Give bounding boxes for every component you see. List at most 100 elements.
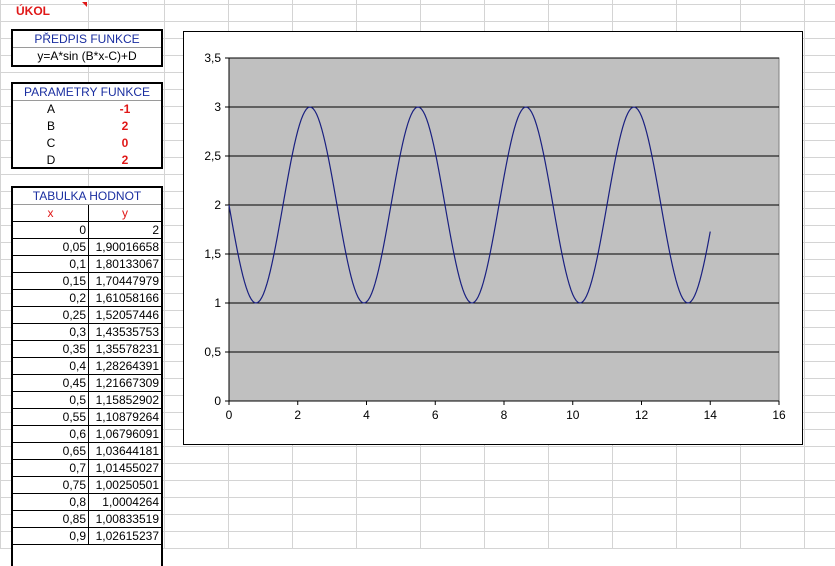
- cell-y[interactable]: 1,43535753: [89, 324, 161, 340]
- value-table-column-headers: x y: [13, 205, 161, 222]
- cell-x[interactable]: 0,6: [13, 426, 89, 442]
- table-row: 0,2 1,61058166: [13, 290, 161, 307]
- x-tick-label: 8: [501, 408, 508, 422]
- function-parameters-header: PARAMETRY FUNKCE: [13, 84, 161, 101]
- cell-x[interactable]: 0,75: [13, 477, 89, 493]
- column-header-x: x: [13, 205, 89, 221]
- table-row: 0,3 1,43535753: [13, 324, 161, 341]
- table-row: 0,6 1,06796091: [13, 426, 161, 443]
- parameter-name: C: [46, 136, 56, 150]
- cell-y[interactable]: 1,10879264: [89, 409, 161, 425]
- y-tick-label: 3,5: [204, 51, 221, 65]
- cell-y[interactable]: 1,61058166: [89, 290, 161, 306]
- comment-indicator-icon[interactable]: [82, 2, 87, 7]
- function-parameters-box: PARAMETRY FUNKCE A -1 B 2 C 0 D 2: [11, 82, 163, 169]
- value-table-box: TABULKA HODNOT x y 0 2 0,05 1,90016658 0,1 1,…: [11, 186, 163, 566]
- cell-x[interactable]: 0,45: [13, 375, 89, 391]
- y-tick-label: 0: [214, 394, 221, 408]
- value-table-header: TABULKA HODNOT: [13, 188, 161, 205]
- cell-x[interactable]: 0,1: [13, 256, 89, 272]
- cell-x[interactable]: 0,85: [13, 511, 89, 527]
- function-formula[interactable]: y=A*sin (B*x-C)+D: [13, 48, 161, 65]
- x-tick-label: 10: [566, 408, 580, 422]
- cell-x[interactable]: 0,8: [13, 494, 89, 510]
- function-definition-header: PŘEDPIS FUNKCE: [13, 31, 161, 48]
- cell-x[interactable]: 0,9: [13, 528, 89, 544]
- sheet-title: ÚKOL: [16, 4, 50, 18]
- cell-x[interactable]: 0,15: [13, 273, 89, 289]
- cell-x[interactable]: 0,55: [13, 409, 89, 425]
- cell-y[interactable]: 1,0004264: [89, 494, 161, 510]
- cell-y[interactable]: 1,28264391: [89, 358, 161, 374]
- cell-y[interactable]: 1,03644181: [89, 443, 161, 459]
- y-tick-label: 2: [214, 198, 221, 212]
- table-row: 0,8 1,0004264: [13, 494, 161, 511]
- table-row: 0,15 1,70447979: [13, 273, 161, 290]
- table-row: 0,1 1,80133067: [13, 256, 161, 273]
- cell-y[interactable]: 1,21667309: [89, 375, 161, 391]
- cell-x[interactable]: 0,4: [13, 358, 89, 374]
- table-row: 0,05 1,90016658: [13, 239, 161, 256]
- plot-area: [228, 57, 780, 402]
- cell-y[interactable]: 1,01455027: [89, 460, 161, 476]
- table-row: 0,45 1,21667309: [13, 375, 161, 392]
- parameter-value-a[interactable]: -1: [89, 101, 161, 118]
- y-tick-label: 1: [214, 296, 221, 310]
- cell-y[interactable]: 1,35578231: [89, 341, 161, 357]
- parameter-row-a: A -1: [13, 101, 161, 118]
- column-header-y: y: [122, 206, 128, 220]
- parameter-row-c: C 0: [13, 135, 161, 152]
- cell-y[interactable]: 1,00250501: [89, 477, 161, 493]
- table-row: 0,7 1,01455027: [13, 460, 161, 477]
- table-row: 0,9 1,02615237: [13, 528, 161, 545]
- cell-y[interactable]: 1,52057446: [89, 307, 161, 323]
- table-row: 0,85 1,00833519: [13, 511, 161, 528]
- parameter-row-b: B 2: [13, 118, 161, 135]
- parameter-row-d: D 2: [13, 152, 161, 169]
- cell-x[interactable]: 0,65: [13, 443, 89, 459]
- table-row: 0,55 1,10879264: [13, 409, 161, 426]
- table-row: 0,25 1,52057446: [13, 307, 161, 324]
- cell-x[interactable]: 0,3: [13, 324, 89, 340]
- function-definition-box: PŘEDPIS FUNKCE y=A*sin (B*x-C)+D: [11, 29, 163, 67]
- x-tick-label: 4: [363, 408, 370, 422]
- cell-x[interactable]: 0,05: [13, 239, 89, 255]
- value-table-body: 0 2 0,05 1,90016658 0,1 1,80133067 0,15 1,70447…: [13, 222, 161, 545]
- cell-x[interactable]: 0,25: [13, 307, 89, 323]
- table-row: 0,35 1,35578231: [13, 341, 161, 358]
- table-row: 0,75 1,00250501: [13, 477, 161, 494]
- cell-x[interactable]: 0,2: [13, 290, 89, 306]
- cell-y[interactable]: 1,80133067: [89, 256, 161, 272]
- x-tick-label: 2: [294, 408, 301, 422]
- chart-area[interactable]: 0 0,5 1 1,5 2 2,5 3 3,5 0 2 4 6 8 10 12 14 16: [183, 31, 803, 445]
- x-tick-label: 14: [704, 408, 718, 422]
- cell-y[interactable]: 1,70447979: [89, 273, 161, 289]
- cell-y[interactable]: 1,02615237: [89, 528, 161, 544]
- cell-y[interactable]: 1,90016658: [89, 239, 161, 255]
- table-row: 0,65 1,03644181: [13, 443, 161, 460]
- parameter-name: A: [46, 102, 55, 116]
- cell-x[interactable]: 0,35: [13, 341, 89, 357]
- cell-y[interactable]: 1,06796091: [89, 426, 161, 442]
- cell-x[interactable]: 0: [13, 222, 89, 238]
- cell-y[interactable]: 2: [89, 222, 161, 238]
- x-tick-label: 0: [226, 408, 233, 422]
- x-tick-label: 16: [772, 408, 786, 422]
- parameter-value-c[interactable]: 0: [89, 135, 161, 152]
- table-row: 02: [13, 222, 161, 239]
- sine-chart: 0 0,5 1 1,5 2 2,5 3 3,5 0 2 4 6 8 10 12 14 16: [204, 51, 786, 422]
- cell-y[interactable]: 1,00833519: [89, 511, 161, 527]
- cell-x[interactable]: 0,5: [13, 392, 89, 408]
- table-row: 0,4 1,28264391: [13, 358, 161, 375]
- parameter-name: D: [46, 153, 56, 167]
- x-tick-label: 12: [635, 408, 649, 422]
- table-row: 0,5 1,15852902: [13, 392, 161, 409]
- parameter-value-d[interactable]: 2: [89, 152, 161, 169]
- y-tick-label: 0,5: [204, 345, 221, 359]
- y-tick-label: 2,5: [204, 149, 221, 163]
- parameter-value-b[interactable]: 2: [89, 118, 161, 135]
- cell-x[interactable]: 0,7: [13, 460, 89, 476]
- y-tick-label: 3: [214, 100, 221, 114]
- cell-y[interactable]: 1,15852902: [89, 392, 161, 408]
- parameter-name: B: [46, 119, 55, 133]
